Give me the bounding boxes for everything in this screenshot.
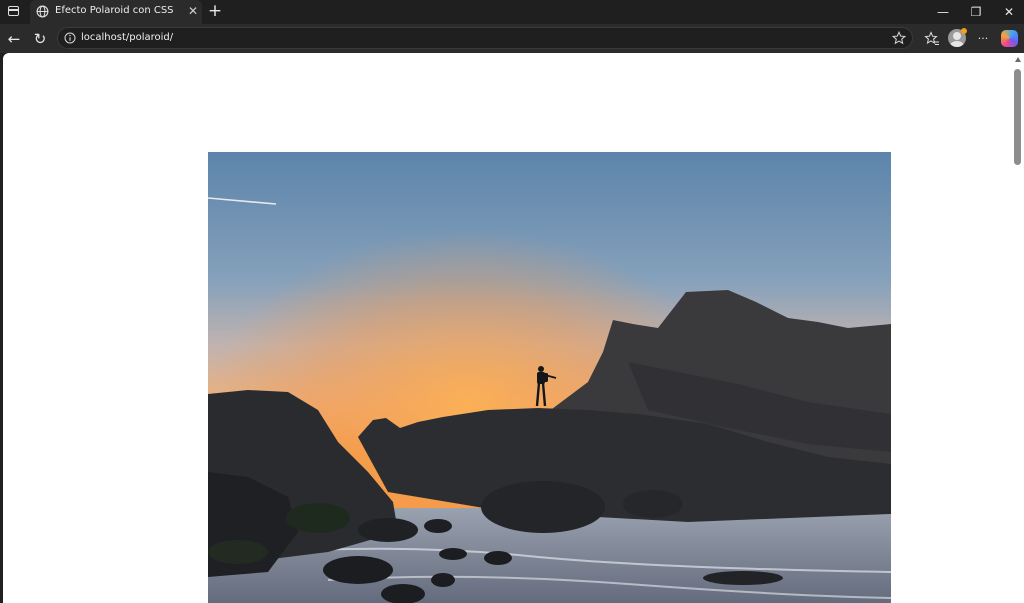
favorites-icon[interactable]	[924, 31, 940, 47]
polaroid-photo	[208, 152, 891, 603]
star-icon[interactable]	[892, 31, 906, 45]
back-button[interactable]: ←	[3, 28, 25, 50]
sunset-photo-image	[208, 152, 891, 603]
url-text[interactable]: localhost/polaroid/	[81, 32, 173, 43]
close-window-button[interactable]: ✕	[992, 0, 1024, 24]
reload-button[interactable]: ↻	[29, 28, 51, 50]
tab-close-icon[interactable]: ✕	[186, 4, 200, 18]
globe-icon	[36, 5, 49, 18]
tab-strip: Efecto Polaroid con CSS ✕ + — ❐ ✕	[0, 0, 1024, 24]
info-icon[interactable]	[64, 32, 76, 44]
window-menu-icon[interactable]	[8, 6, 19, 16]
tab-active[interactable]: Efecto Polaroid con CSS ✕	[30, 0, 202, 24]
more-menu-button[interactable]: ···	[972, 28, 994, 50]
copilot-icon[interactable]	[1001, 30, 1018, 47]
vertical-scrollbar[interactable]	[1012, 53, 1024, 603]
minimize-button[interactable]: —	[926, 0, 960, 24]
tab-title: Efecto Polaroid con CSS	[55, 5, 174, 16]
new-tab-button[interactable]: +	[206, 2, 224, 20]
address-bar[interactable]: localhost/polaroid/	[57, 27, 913, 49]
scroll-up-arrow-icon[interactable]	[1015, 57, 1021, 62]
browser-toolbar: ← ↻ localhost/polaroid/ ···	[0, 24, 1024, 53]
page-viewport	[3, 53, 1012, 603]
profile-status-dot	[961, 28, 967, 34]
restore-button[interactable]: ❐	[959, 0, 993, 24]
scrollbar-thumb[interactable]	[1014, 69, 1021, 165]
